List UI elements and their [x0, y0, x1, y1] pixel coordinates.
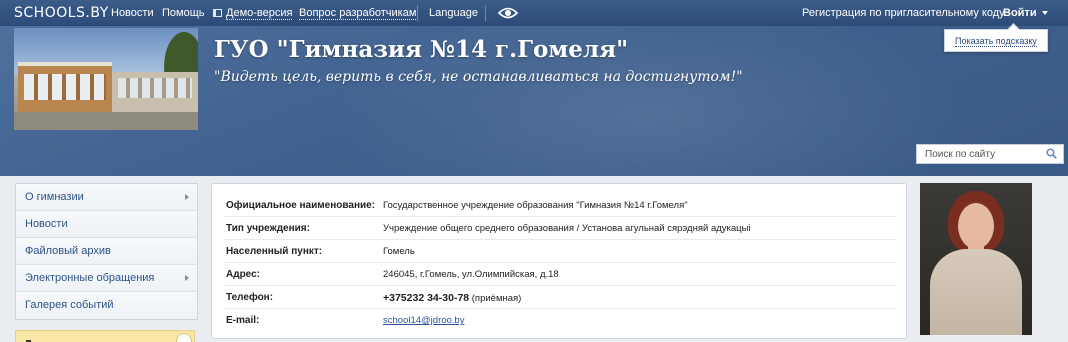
eye-icon[interactable] — [498, 6, 518, 20]
info-label: Тип учреждения: — [226, 223, 310, 234]
info-value: Гомель — [383, 246, 415, 257]
search-input[interactable] — [917, 145, 1043, 163]
nav-news-link[interactable]: Новости — [111, 7, 154, 19]
phone-note: (приёмная) — [471, 293, 522, 304]
sidebar-item-label: Новости — [25, 218, 68, 230]
sidebar-item-gallery[interactable]: Галерея событий — [16, 292, 197, 319]
info-row-type: Тип учреждения: Учреждение общего средне… — [224, 217, 896, 240]
info-value: 246045, г.Гомель, ул.Олимпийская, д.18 — [383, 269, 559, 280]
toggle-circle-icon[interactable] — [176, 333, 192, 342]
sidebar-menu: О гимназии Новости Файловый архив Электр… — [15, 183, 198, 320]
sidebar-item-file-archive[interactable]: Файловый архив — [16, 238, 197, 265]
nav-demo-link[interactable]: Демо-версия — [213, 7, 293, 20]
director-portrait — [920, 183, 1032, 335]
site-logo[interactable]: SCHOOLS.BY — [14, 5, 109, 21]
hint-popup: Показать подсказку — [944, 29, 1048, 52]
site-header-banner: ГУО "Гимназия №14 г.Гомеля" "Видеть цель… — [0, 26, 1068, 176]
page-title: ГУО "Гимназия №14 г.Гомеля" — [214, 36, 629, 63]
info-row-email: E-mail: school14@jdroo.by — [224, 309, 896, 332]
info-value: Учреждение общего среднего образования /… — [383, 223, 751, 234]
info-label: Адрес: — [226, 269, 260, 280]
nav-demo-label: Демо-версия — [226, 7, 293, 20]
nav-divider — [485, 5, 486, 21]
info-row-locality: Населенный пункт: Гомель — [224, 240, 896, 263]
info-label: E-mail: — [226, 315, 260, 326]
sidebar-item-label: О гимназии — [25, 191, 84, 203]
login-label: Войти — [1003, 7, 1037, 19]
info-value: +375232 34-30-78 (приёмная) — [383, 292, 521, 304]
sidebar-item-label: Файловый архив — [25, 245, 111, 257]
nav-developer-question-label: Вопрос разработчикам — [299, 7, 417, 20]
nav-divider — [417, 5, 418, 21]
school-building-photo — [14, 28, 198, 130]
sidebar-item-label: Электронные обращения — [25, 272, 155, 284]
sidebar-item-news[interactable]: Новости — [16, 211, 197, 238]
top-navigation-bar: SCHOOLS.BY Новости Помощь Демо-версия Во… — [0, 0, 1068, 26]
search-icon[interactable] — [1046, 148, 1057, 159]
nav-help-link[interactable]: Помощь — [162, 7, 205, 19]
sidebar-item-electronic-appeals[interactable]: Электронные обращения — [16, 265, 197, 292]
invite-registration-link[interactable]: Регистрация по пригласительному коду — [802, 7, 1005, 19]
info-row-address: Адрес: 246045, г.Гомель, ул.Олимпийская,… — [224, 263, 896, 286]
school-motto: "Видеть цель, верить в себя, не останавл… — [214, 69, 743, 85]
chevron-right-icon — [185, 275, 189, 281]
chevron-right-icon — [185, 194, 189, 200]
notice-box — [15, 330, 195, 342]
phone-number: +375232 34-30-78 — [383, 292, 470, 304]
info-row-phone: Телефон: +375232 34-30-78 (приёмная) — [224, 286, 896, 309]
info-label: Официальное наименование: — [226, 200, 376, 211]
sidebar-item-about[interactable]: О гимназии — [16, 184, 197, 211]
show-hint-link[interactable]: Показать подсказку — [955, 36, 1037, 47]
login-button[interactable]: Войти — [1003, 7, 1048, 19]
nav-language-link[interactable]: Language — [429, 7, 478, 19]
site-search — [916, 144, 1064, 164]
info-value: Государственное учреждение образования "… — [383, 200, 688, 211]
school-info-card: Официальное наименование: Государственно… — [211, 183, 907, 339]
sidebar-item-label: Галерея событий — [25, 299, 114, 311]
info-label: Телефон: — [226, 292, 274, 303]
monitor-icon — [213, 9, 222, 17]
info-row-official-name: Официальное наименование: Государственно… — [224, 194, 896, 217]
chevron-down-icon — [1041, 11, 1048, 15]
info-label: Населенный пункт: — [226, 246, 323, 257]
nav-developer-question-link[interactable]: Вопрос разработчикам — [299, 7, 417, 20]
email-link[interactable]: school14@jdroo.by — [383, 315, 464, 326]
